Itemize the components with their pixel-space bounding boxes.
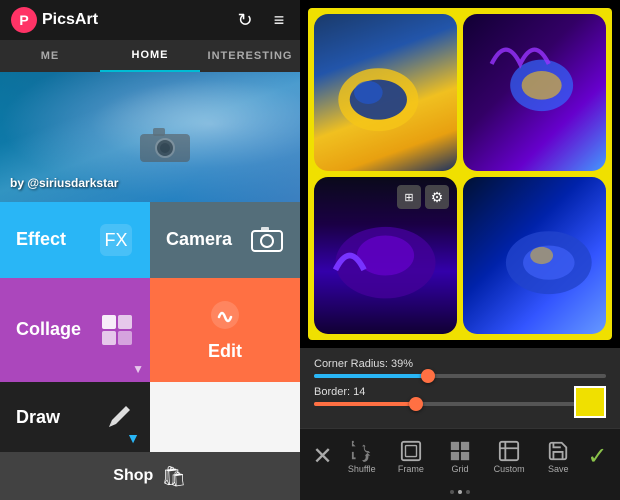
border-fill (314, 402, 416, 406)
collage-cell-2[interactable] (463, 14, 606, 171)
frame-icon (400, 440, 422, 462)
menu-grid: Effect FX Camera Collage (0, 202, 300, 452)
draw-pencil-icon (104, 402, 134, 432)
controls-area: Corner Radius: 39% Border: 14 (300, 348, 620, 428)
grid-label: Grid (451, 464, 468, 474)
settings-btn[interactable]: ⚙ (425, 185, 449, 209)
corner-radius-control: Corner Radius: 39% (314, 358, 606, 378)
svg-text:P: P (19, 12, 28, 28)
left-panel: P PicsArt ↻ ≡ ME HOME INTERESTING by @si… (0, 0, 300, 500)
shop-bar[interactable]: Shop 🛍 (0, 452, 300, 500)
collage-content: Collage (16, 319, 81, 340)
menu-item-edit[interactable]: Edit (150, 278, 300, 383)
hero-camera-svg (135, 124, 195, 164)
border-label: Border: 14 (314, 386, 606, 398)
collage-grid: ⚙ ⊞ (308, 8, 612, 340)
cancel-button[interactable]: ✕ (313, 442, 333, 471)
camera-label: Camera (166, 229, 232, 250)
border-track[interactable] (314, 402, 606, 406)
svg-text:FX: FX (104, 230, 127, 250)
tab-home[interactable]: HOME (100, 40, 200, 72)
draw-label: Draw (16, 407, 60, 428)
gear-icon: ⚙ (431, 189, 444, 206)
effect-label: Effect (16, 229, 66, 250)
corner-radius-thumb[interactable] (421, 369, 435, 383)
custom-label: Custom (494, 464, 525, 474)
tab-interesting[interactable]: INTERESTING (200, 40, 300, 72)
border-control: Border: 14 (314, 386, 606, 406)
grid-small-icon: ⊞ (404, 191, 413, 204)
save-button[interactable]: Save (538, 440, 578, 474)
fish-svg-2 (463, 14, 606, 171)
hero-attribution: by @siriusdarkstar (10, 176, 118, 190)
frame-button[interactable]: Frame (391, 440, 431, 474)
collage-cell-3[interactable]: ⚙ ⊞ (314, 177, 457, 334)
shop-bag-icon: 🛍 (161, 464, 186, 489)
camera-content: Camera (166, 229, 232, 250)
logo-area: P PicsArt (10, 6, 226, 34)
effect-icon: FX (98, 222, 134, 258)
color-swatch[interactable] (574, 386, 606, 418)
save-label: Save (548, 464, 569, 474)
custom-button[interactable]: Custom (489, 440, 529, 474)
collage-cell-1[interactable] (314, 14, 457, 171)
draw-arrow: ▼ (126, 430, 140, 446)
grid-btn-small[interactable]: ⊞ (397, 185, 421, 209)
shuffle-icon (351, 440, 373, 462)
dot-3 (466, 490, 470, 494)
grid-icon (449, 440, 471, 462)
custom-icon (498, 440, 520, 462)
tab-me[interactable]: ME (0, 40, 100, 72)
edit-label: Edit (208, 341, 242, 362)
menu-icon[interactable]: ≡ (268, 9, 290, 31)
menu-item-effect[interactable]: Effect FX (0, 202, 150, 278)
fish-svg-4 (463, 177, 606, 334)
frame-label: Frame (398, 464, 424, 474)
shuffle-button[interactable]: Shuffle (342, 440, 382, 474)
menu-item-collage[interactable]: Collage ▼ (0, 278, 150, 383)
confirm-button[interactable]: ✓ (587, 442, 607, 471)
dots-row (300, 484, 620, 500)
collage-arrow: ▼ (132, 362, 144, 376)
camera-icon (250, 223, 284, 257)
collage-canvas: ⚙ ⊞ (300, 0, 620, 348)
effect-content: Effect (16, 229, 66, 250)
corner-radius-track[interactable] (314, 374, 606, 378)
shuffle-label: Shuffle (348, 464, 376, 474)
bottom-toolbar: ✕ Shuffle Frame Grid (300, 428, 620, 484)
dot-2 (458, 490, 462, 494)
menu-item-camera[interactable]: Camera (150, 202, 300, 278)
corner-radius-fill (314, 374, 428, 378)
top-bar-icons: ↻ ≡ (234, 9, 290, 31)
right-panel: ⚙ ⊞ Corner Radius: 39% (300, 0, 620, 500)
border-thumb[interactable] (409, 397, 423, 411)
draw-content: Draw (16, 407, 60, 428)
fish-svg-1 (314, 14, 457, 171)
collage-label: Collage (16, 319, 81, 340)
nav-tabs: ME HOME INTERESTING (0, 40, 300, 72)
app-name: PicsArt (42, 11, 98, 29)
dot-1 (450, 490, 454, 494)
picsart-logo-icon: P (10, 6, 38, 34)
collage-cell-4[interactable] (463, 177, 606, 334)
hero-image: by @siriusdarkstar (0, 72, 300, 202)
corner-radius-label: Corner Radius: 39% (314, 358, 606, 370)
top-bar: P PicsArt ↻ ≡ (0, 0, 300, 40)
save-icon (547, 440, 569, 462)
refresh-icon[interactable]: ↻ (234, 9, 256, 31)
shop-label: Shop (113, 467, 153, 485)
edit-icon (205, 297, 245, 337)
menu-item-draw[interactable]: Draw ▼ (0, 382, 150, 452)
grid-button[interactable]: Grid (440, 440, 480, 474)
collage-icon (100, 313, 134, 347)
